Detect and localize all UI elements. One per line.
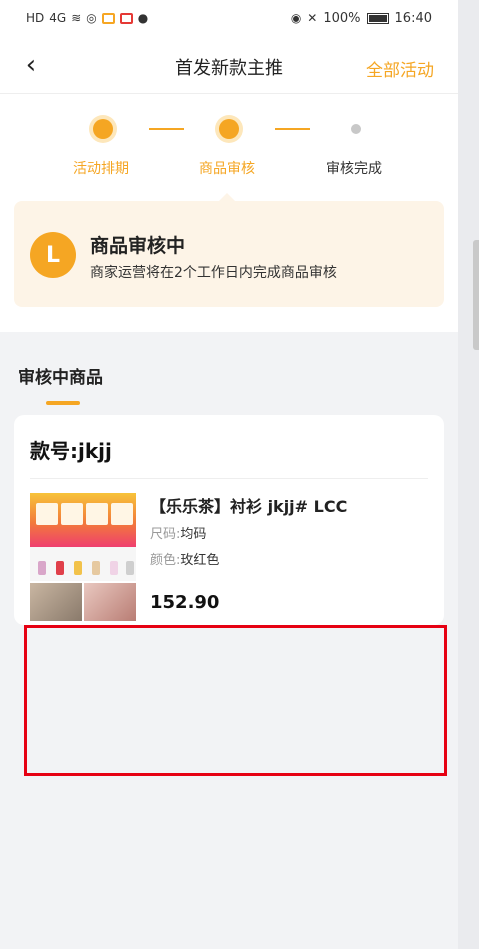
app-notification-icon [119, 12, 133, 24]
status-left: HD 4G ≋ ◎ ● [26, 12, 148, 24]
thumbnail-chip [92, 561, 100, 575]
side-handle[interactable] [473, 240, 479, 350]
side-scroll-area [458, 0, 479, 949]
thumbnail-chip [126, 561, 134, 575]
clock: 16:40 [394, 10, 432, 26]
highlight-box [24, 625, 447, 776]
section-underline [46, 401, 80, 405]
step-dot-2 [219, 119, 239, 139]
product-thumbnail[interactable] [30, 493, 136, 621]
thumbnail-chip [38, 561, 46, 575]
step-connector-2 [275, 128, 310, 130]
thumbnail-photo [84, 583, 136, 621]
hd-icon: HD [26, 11, 45, 25]
status-title: 商品审核中 [90, 235, 186, 257]
status-bar: HD 4G ≋ ◎ ● ◉ ✕ 100% 16:40 [0, 0, 458, 36]
thumbnail-tile [61, 503, 83, 525]
step-label-3: 审核完成 [326, 161, 382, 177]
thumbnail-chip [110, 561, 118, 575]
divider [30, 478, 428, 479]
thumbnail-photo [30, 583, 82, 621]
size-label: 尺码: [150, 527, 181, 542]
product-card[interactable]: 款号:jkjj 【乐乐茶】衬衫 jkjj# LCC 尺码:均码 颜色:玫红色 1… [14, 415, 444, 625]
thumbnail-tile [86, 503, 108, 525]
progress-steps: 活动排期 商品审核 审核完成 L 商品审核中 商家运营将在2个工作日内完成商品审… [0, 94, 458, 332]
style-number: 款号:jkjj [30, 439, 112, 463]
product-size: 尺码:均码 [150, 523, 206, 542]
color-value: 玫红色 [180, 553, 220, 568]
app-notification-icon [101, 12, 115, 24]
battery-icon [366, 12, 389, 24]
clock-icon: L [30, 232, 76, 278]
product-price: 152.90 [150, 592, 220, 613]
step-label-2: 商品审核 [199, 161, 255, 177]
product-name: 【乐乐茶】衬衫 jkjj# LCC [150, 497, 348, 516]
thumbnail-tile [36, 503, 58, 525]
status-description: 商家运营将在2个工作日内完成商品审核 [90, 265, 337, 281]
thumbnail-tile [111, 503, 133, 525]
all-activities-link[interactable]: 全部活动 [366, 56, 434, 81]
step-label-1: 活动排期 [73, 161, 129, 177]
thumbnail-chip [74, 561, 82, 575]
step-connector-1 [149, 128, 184, 130]
eye-icon: ◉ [290, 11, 302, 25]
color-label: 颜色: [150, 553, 181, 568]
product-color: 颜色:玫红色 [150, 549, 219, 568]
swirl-icon: ◎ [86, 11, 97, 25]
mute-icon: ✕ [307, 11, 318, 25]
thumbnail-chip [56, 561, 64, 575]
step-dot-3 [351, 124, 361, 134]
battery-percent: 100% [323, 10, 361, 26]
signal-icon: 4G [49, 11, 67, 25]
size-value: 均码 [180, 527, 207, 542]
wifi-icon: ≋ [71, 11, 82, 25]
message-icon: ● [137, 11, 149, 25]
review-status-card: L 商品审核中 商家运营将在2个工作日内完成商品审核 [14, 193, 444, 307]
navigation-bar: ‹ 首发新款主推 全部活动 [0, 36, 458, 94]
status-right: ◉ ✕ 100% 16:40 [291, 11, 432, 26]
section-title: 审核中商品 [18, 368, 103, 388]
step-dot-1 [93, 119, 113, 139]
